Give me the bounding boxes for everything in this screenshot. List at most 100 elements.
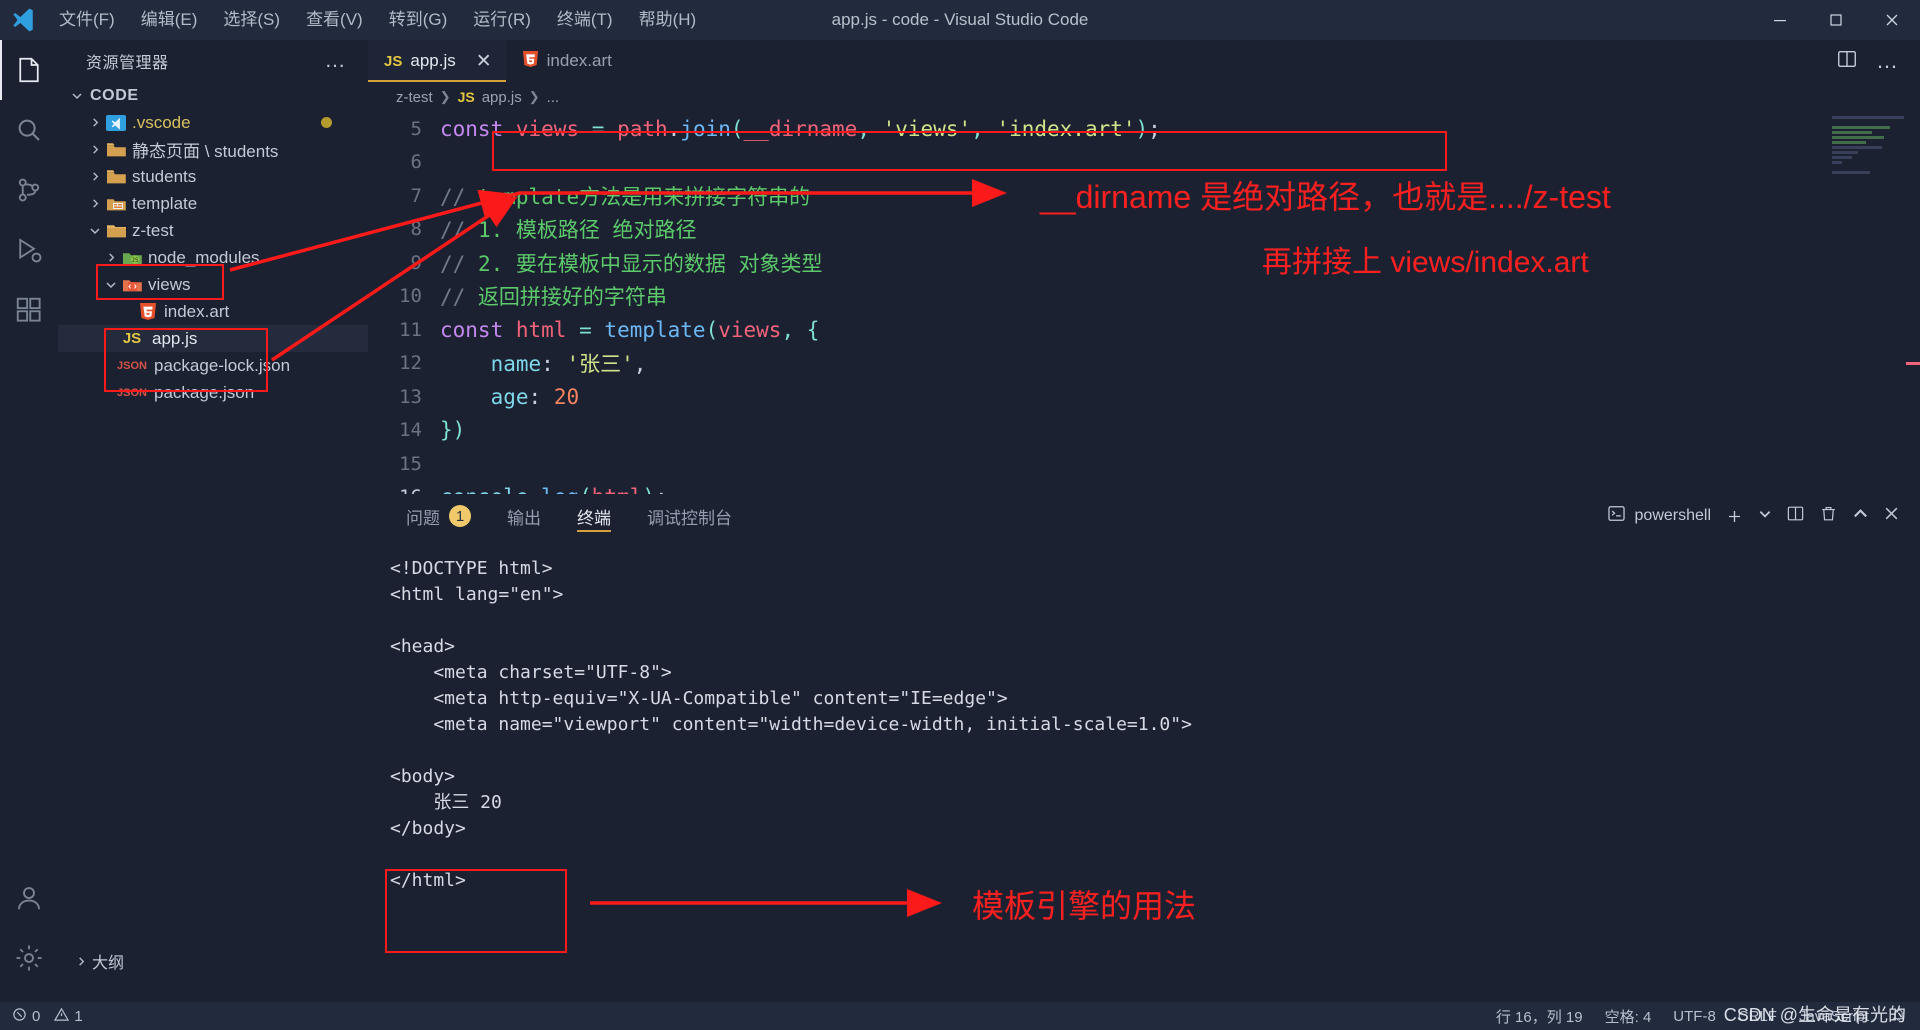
status-errors[interactable]: 0 xyxy=(12,1007,40,1026)
tree-row-package-lock-json[interactable]: JSON package-lock.json xyxy=(58,352,368,379)
code-line[interactable]: 10 // 返回拼接好的字符串 xyxy=(368,280,1920,314)
more-actions-icon[interactable]: … xyxy=(325,50,359,71)
terminal-output[interactable]: <!DOCTYPE html> <html lang="en"> <head> … xyxy=(368,538,1920,894)
scroll-decoration xyxy=(1906,362,1920,365)
status-bar-left[interactable]: 0 1 xyxy=(0,1007,83,1026)
outline-section-header[interactable]: 大纲 xyxy=(58,944,368,978)
chevron-right-icon[interactable] xyxy=(70,956,92,967)
status-encoding[interactable]: UTF-8 xyxy=(1673,1008,1716,1025)
code-line[interactable]: 5 const views = path.join(__dirname, 'vie… xyxy=(368,112,1920,146)
code-line[interactable]: 11 const html = template(views, { xyxy=(368,313,1920,347)
close-icon[interactable] xyxy=(1883,505,1900,527)
menu-item-go[interactable]: 转到(G) xyxy=(376,0,461,40)
panel-actions[interactable]: powershell xyxy=(1607,504,1920,528)
code-line[interactable]: 13 age: 20 xyxy=(368,380,1920,414)
activity-bar[interactable] xyxy=(0,40,58,1002)
gear-icon[interactable] xyxy=(0,928,58,988)
tree-row-views[interactable]: views xyxy=(58,271,368,298)
editor-tab-app-js[interactable]: JS app.js ✕ xyxy=(368,40,506,82)
code-line[interactable]: 15 xyxy=(368,447,1920,481)
panel-tab-terminal[interactable]: 终端 xyxy=(559,494,629,538)
chevron-down-icon[interactable] xyxy=(102,279,120,291)
chevron-down-icon[interactable] xyxy=(86,225,104,237)
tree-row-root[interactable]: CODE xyxy=(58,82,368,109)
breadcrumb[interactable]: z-test ❯ JS app.js ❯ ... xyxy=(368,82,1920,112)
code-line-text: // template方法是用来拼接字符串的 xyxy=(440,184,811,209)
tree-row-z-test[interactable]: z-test xyxy=(58,217,368,244)
tree-row-app-js[interactable]: JS app.js xyxy=(58,325,368,352)
line-number: 5 xyxy=(410,117,422,140)
chevron-up-icon[interactable] xyxy=(1852,505,1869,527)
tree-label-students: students xyxy=(132,166,197,186)
chevron-right-icon[interactable] xyxy=(86,117,104,128)
code-line[interactable]: 14}) xyxy=(368,414,1920,448)
chevron-right-icon[interactable] xyxy=(86,171,104,182)
run-and-debug-icon[interactable] xyxy=(0,220,58,280)
maximize-button[interactable] xyxy=(1808,0,1864,40)
tree-row-students[interactable]: students xyxy=(58,163,368,190)
chevron-down-icon[interactable] xyxy=(68,90,86,102)
more-actions-icon[interactable]: … xyxy=(1876,50,1898,72)
chevron-right-icon[interactable] xyxy=(86,144,104,155)
menu-item-file[interactable]: 文件(F) xyxy=(46,0,128,40)
close-icon[interactable]: ✕ xyxy=(476,50,492,73)
panel-tab-problems[interactable]: 问题 1 xyxy=(388,494,489,538)
menu-item-terminal[interactable]: 终端(T) xyxy=(544,0,626,40)
minimap[interactable] xyxy=(1832,116,1912,236)
panel-tab-bar[interactable]: 问题 1 输出 终端 调试控制台 powershell xyxy=(368,494,1920,538)
terminal-selector[interactable]: powershell xyxy=(1607,504,1711,528)
tree-row-static-pages[interactable]: 静态页面 \ students xyxy=(58,136,368,163)
status-warnings[interactable]: 1 xyxy=(54,1007,83,1026)
code-lines[interactable]: 5 const views = path.join(__dirname, 'vie… xyxy=(368,112,1920,514)
status-cursor-position[interactable]: 行 16，列 19 xyxy=(1496,1006,1583,1027)
chevron-right-icon[interactable] xyxy=(86,198,104,209)
status-indentation[interactable]: 空格: 4 xyxy=(1605,1006,1652,1027)
tree-root-label: CODE xyxy=(90,86,139,104)
editor-actions[interactable]: … xyxy=(1836,40,1920,82)
chevron-down-icon[interactable] xyxy=(1758,507,1772,526)
breadcrumb-item-file[interactable]: app.js xyxy=(482,89,522,106)
code-line[interactable]: 9 // 2. 要在模板中显示的数据 对象类型 xyxy=(368,246,1920,280)
extensions-icon[interactable] xyxy=(0,280,58,340)
window-controls[interactable] xyxy=(1752,0,1920,40)
menu-bar[interactable]: 文件(F) 编辑(E) 选择(S) 查看(V) 转到(G) 运行(R) 终端(T… xyxy=(46,0,709,40)
account-icon[interactable] xyxy=(0,868,58,928)
js-file-icon: JS xyxy=(457,89,475,105)
title-bar: 文件(F) 编辑(E) 选择(S) 查看(V) 转到(G) 运行(R) 终端(T… xyxy=(0,0,1920,40)
chevron-right-icon[interactable] xyxy=(102,252,120,263)
code-line[interactable]: 7 // template方法是用来拼接字符串的 xyxy=(368,179,1920,213)
code-editor[interactable]: 5 const views = path.join(__dirname, 'vie… xyxy=(368,112,1920,534)
source-control-icon[interactable] xyxy=(0,160,58,220)
search-icon[interactable] xyxy=(0,100,58,160)
menu-item-view[interactable]: 查看(V) xyxy=(293,0,376,40)
menu-item-run[interactable]: 运行(R) xyxy=(460,0,544,40)
add-terminal-icon[interactable] xyxy=(1725,507,1744,526)
split-terminal-icon[interactable] xyxy=(1786,504,1805,528)
panel-tab-output[interactable]: 输出 xyxy=(489,494,559,538)
breadcrumb-item-symbol[interactable]: ... xyxy=(547,89,560,106)
file-tree[interactable]: CODE .vscode 静态页面 \ students students te… xyxy=(58,82,368,406)
panel-tab-debug-console[interactable]: 调试控制台 xyxy=(629,494,750,538)
editor-tab-bar[interactable]: JS app.js ✕ index.art … xyxy=(368,40,1920,82)
split-editor-icon[interactable] xyxy=(1836,48,1858,75)
panel-tab-label: 调试控制台 xyxy=(647,508,732,528)
editor-tab-index-art[interactable]: index.art xyxy=(505,40,626,82)
minimize-button[interactable] xyxy=(1752,0,1808,40)
menu-item-selection[interactable]: 选择(S) xyxy=(210,0,293,40)
menu-item-help[interactable]: 帮助(H) xyxy=(626,0,710,40)
close-button[interactable] xyxy=(1864,0,1920,40)
code-line[interactable]: 8 // 1. 模板路径 绝对路径 xyxy=(368,213,1920,247)
tree-row-index-art[interactable]: index.art xyxy=(58,298,368,325)
trash-icon[interactable] xyxy=(1819,504,1838,528)
files-explorer-icon[interactable] xyxy=(0,40,58,100)
line-number: 6 xyxy=(410,151,422,174)
menu-item-edit[interactable]: 编辑(E) xyxy=(128,0,211,40)
code-line[interactable]: 12 name: '张三', xyxy=(368,347,1920,381)
code-line[interactable]: 6 xyxy=(368,146,1920,180)
code-line-text: name: '张三', xyxy=(440,352,647,377)
tree-row-package-json[interactable]: JSON package.json xyxy=(58,379,368,406)
tree-row-template[interactable]: template xyxy=(58,190,368,217)
tree-row-node-modules[interactable]: JS node_modules xyxy=(58,244,368,271)
breadcrumb-item-folder[interactable]: z-test xyxy=(396,89,433,106)
tree-row-vscode[interactable]: .vscode xyxy=(58,109,368,136)
